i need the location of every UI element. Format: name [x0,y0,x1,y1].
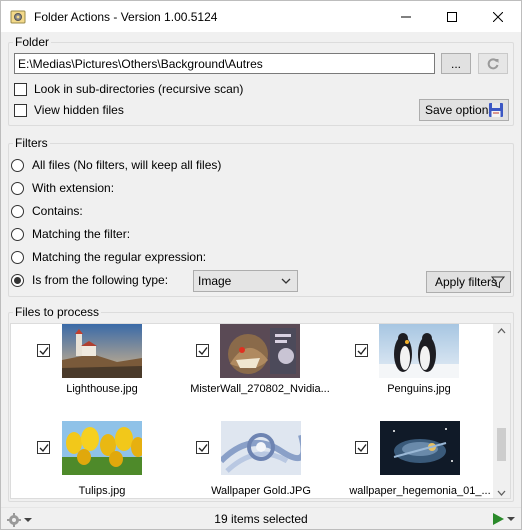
apply-filters-button[interactable]: Apply filters [426,271,511,293]
folder-actions-window: Folder Actions - Version 1.00.5124 Folde… [0,0,522,530]
filter-option-label: Matching the regular expression: [32,250,207,264]
file-tile[interactable]: Lighthouse.jpg [11,324,161,404]
browse-button[interactable]: ... [441,53,471,74]
sub-dirs-checkbox[interactable] [14,82,27,96]
refresh-icon [487,57,499,69]
filters-group-label: Filters [13,136,50,150]
filter-radio[interactable] [11,204,24,218]
filter-radio[interactable] [11,227,24,241]
check-icon [357,347,367,356]
file-checkbox[interactable] [355,441,368,454]
hidden-files-label: View hidden files [34,103,124,117]
run-button[interactable] [491,512,515,526]
status-text: 19 items selected [214,512,308,526]
file-tile[interactable]: Penguins.jpg [329,324,479,404]
filter-option-regex[interactable]: Matching the regular expression: [11,250,206,264]
file-checkbox[interactable] [355,344,368,357]
check-icon [198,347,208,356]
penguins-thumbnail [379,324,459,378]
file-name: Tulips.jpg [78,485,126,497]
file-checkbox[interactable] [37,344,50,357]
minimize-button[interactable] [383,1,429,32]
filter-option-label: With extension: [32,181,115,195]
apply-filters-label: Apply filters [435,275,498,289]
maximize-icon [447,11,457,22]
hidden-files-checkbox[interactable] [14,103,27,117]
check-icon [198,444,208,453]
refresh-button[interactable] [478,53,508,74]
folder-group-label: Folder [13,35,52,49]
misterwall-thumbnail [220,324,300,378]
filter-radio[interactable] [11,181,24,195]
filter-option-label: All files (No filters, will keep all fil… [32,158,222,172]
filter-option-extension[interactable]: With extension: [11,181,114,195]
play-icon [493,513,504,525]
filter-option-contains[interactable]: Contains: [11,204,83,218]
file-tile[interactable]: MisterWall_270802_Nvidia... [170,324,330,404]
file-type-select[interactable]: Image [193,270,298,292]
folder-path-input[interactable]: E:\Medias\Pictures\Others\Background\Aut… [14,53,435,74]
sub-dirs-label: Look in sub-directories (recursive scan) [34,82,244,96]
filter-option-all[interactable]: All files (No filters, will keep all fil… [11,158,221,172]
scroll-thumb[interactable] [497,428,506,461]
gear-icon [7,513,21,527]
filter-option-type[interactable]: Is from the following type: [11,273,168,287]
file-name: Wallpaper Gold.JPG [211,485,311,497]
scroll-up-icon[interactable] [493,324,510,338]
filter-radio[interactable] [11,158,24,172]
file-checkbox[interactable] [196,344,209,357]
filter-option-label: Contains: [32,204,83,218]
check-icon [39,347,49,356]
file-name: MisterWall_270802_Nvidia... [190,383,330,395]
status-bar: 19 items selected [1,507,521,530]
file-tile[interactable]: wallpaper_hegemonia_01_... [329,421,491,498]
filter-option-label: Is from the following type: [32,273,169,287]
hidden-files-option[interactable]: View hidden files [14,103,124,117]
settings-menu[interactable] [6,512,32,528]
close-button[interactable] [475,1,521,32]
window-title: Folder Actions - Version 1.00.5124 [34,9,218,24]
maximize-button[interactable] [429,1,475,32]
file-checkbox[interactable] [196,441,209,454]
file-name: Lighthouse.jpg [66,383,138,395]
sub-dirs-option[interactable]: Look in sub-directories (recursive scan) [14,82,243,96]
file-checkbox[interactable] [37,441,50,454]
filter-option-matching[interactable]: Matching the filter: [11,227,130,241]
scroll-down-icon[interactable] [493,486,510,499]
file-name: wallpaper_hegemonia_01_... [349,485,491,497]
close-icon [493,11,503,22]
hegemonia-thumbnail [380,421,460,475]
minimize-icon [401,16,411,17]
wallpaper-gold-thumbnail [221,421,301,475]
check-icon [39,444,49,453]
title-bar: Folder Actions - Version 1.00.5124 [1,1,521,32]
lighthouse-thumbnail [62,324,142,378]
file-name: Penguins.jpg [387,383,451,395]
file-type-value: Image [198,274,232,288]
floppy-disk-icon [489,103,503,117]
file-tile[interactable]: Tulips.jpg [11,421,161,498]
save-options-label: Save options [425,103,495,117]
settings-gear-icon [10,9,26,25]
files-group-label: Files to process [13,305,102,319]
files-scrollbar[interactable] [493,324,510,499]
check-icon [357,444,367,453]
dropdown-arrow-icon [507,517,515,521]
save-options-button[interactable]: Save options [419,99,509,121]
funnel-icon [491,276,505,289]
filter-radio-selected[interactable] [11,273,24,287]
filter-radio[interactable] [11,250,24,264]
dropdown-arrow-icon [24,518,32,522]
tulips-thumbnail [62,421,142,475]
files-list[interactable]: Lighthouse.jpg MisterWall_270802_Nvidia.… [10,323,511,499]
filter-option-label: Matching the filter: [32,227,131,241]
file-tile[interactable]: Wallpaper Gold.JPG [170,421,320,498]
chevron-down-icon [281,278,291,284]
